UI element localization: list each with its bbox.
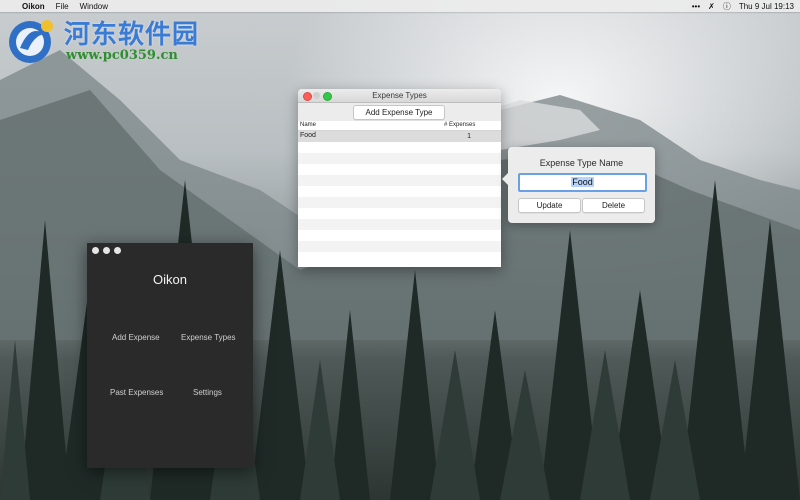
empty-row: [298, 252, 501, 263]
app-title: Oikon: [153, 272, 187, 287]
toolbar: Add Expense Type: [298, 103, 501, 121]
menu-bar-status: ••• ✗ ⓘ Thu 9 Jul 19:13: [692, 0, 794, 12]
clock[interactable]: Thu 9 Jul 19:13: [739, 2, 794, 11]
watermark-title: 河东软件园: [64, 20, 200, 50]
column-header-name[interactable]: Name: [300, 122, 316, 128]
expense-types-table: Food 1: [298, 131, 501, 267]
empty-row: [298, 230, 501, 241]
expense-type-name-input[interactable]: Food: [518, 173, 647, 192]
add-expense-type-button[interactable]: Add Expense Type: [353, 105, 445, 120]
window-title: Expense Types: [372, 91, 427, 100]
update-button[interactable]: Update: [518, 198, 581, 213]
zoom-dot-icon[interactable]: [114, 247, 121, 254]
more-icon[interactable]: •••: [692, 2, 700, 11]
expense-types-window: Expense Types Add Expense Type Name # Ex…: [298, 89, 501, 267]
cell-count: 1: [467, 133, 471, 140]
empty-row: [298, 153, 501, 164]
menu-file[interactable]: File: [56, 2, 69, 11]
oikon-main-window: Oikon Add Expense Expense Types Past Exp…: [87, 243, 253, 468]
add-expense-button[interactable]: Add Expense: [112, 333, 160, 342]
past-expenses-button[interactable]: Past Expenses: [110, 388, 163, 397]
delete-button[interactable]: Delete: [582, 198, 645, 213]
popover-title: Expense Type Name: [539, 158, 624, 168]
empty-row: [298, 241, 501, 252]
column-header-expenses[interactable]: # Expenses: [444, 122, 475, 128]
menu-window[interactable]: Window: [80, 2, 108, 11]
close-dot-icon[interactable]: [92, 247, 99, 254]
empty-row: [298, 142, 501, 153]
empty-row: [298, 175, 501, 186]
watermark-url: www.pc0359.cn: [66, 48, 178, 63]
selected-text: Food: [571, 177, 594, 187]
empty-row: [298, 186, 501, 197]
watermark-logo-icon: [9, 20, 53, 63]
empty-row: [298, 208, 501, 219]
window-controls: [92, 247, 121, 254]
edit-expense-type-popover: Expense Type Name Food Update Delete: [502, 147, 655, 223]
menu-bar: Oikon File Window ••• ✗ ⓘ Thu 9 Jul 19:1…: [0, 0, 800, 12]
info-icon[interactable]: ⓘ: [723, 1, 731, 12]
expense-types-button[interactable]: Expense Types: [181, 333, 236, 342]
activity-icon[interactable]: ✗: [708, 2, 715, 11]
menu-app-name[interactable]: Oikon: [22, 2, 45, 11]
empty-row: [298, 219, 501, 230]
minimize-dot-icon[interactable]: [103, 247, 110, 254]
settings-button[interactable]: Settings: [193, 388, 222, 397]
table-row[interactable]: Food 1: [298, 131, 501, 142]
popover-arrow: [502, 173, 508, 185]
empty-row: [298, 197, 501, 208]
empty-row: [298, 164, 501, 175]
table-header: Name # Expenses: [298, 121, 501, 131]
cell-name: Food: [300, 132, 316, 139]
